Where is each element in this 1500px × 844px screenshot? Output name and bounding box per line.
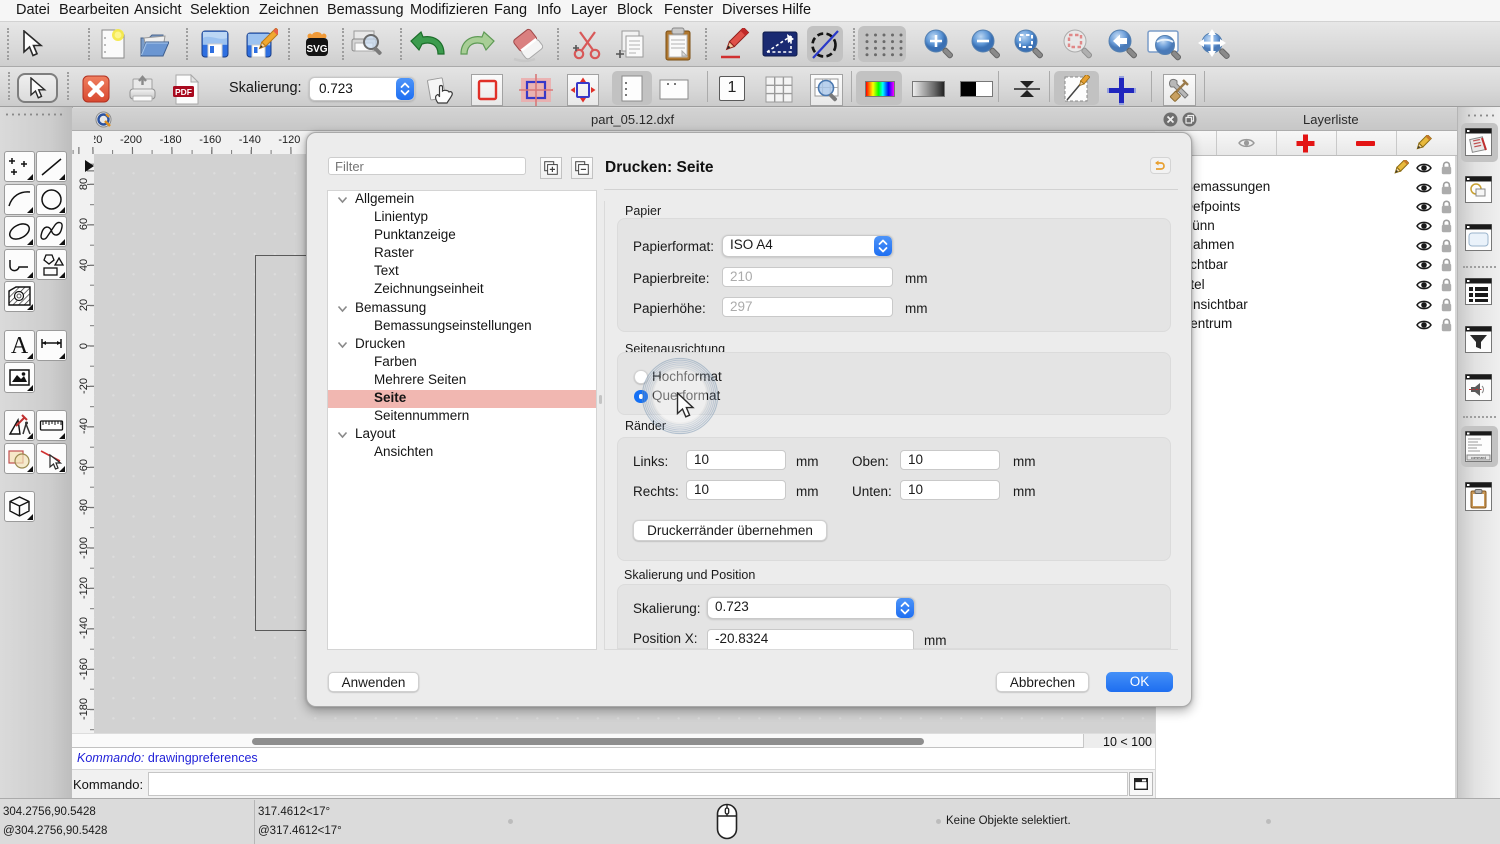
svg-text:SVG: SVG bbox=[306, 44, 327, 55]
svg-text:PDF: PDF bbox=[175, 87, 192, 97]
svg-text:command: command bbox=[1471, 456, 1486, 460]
